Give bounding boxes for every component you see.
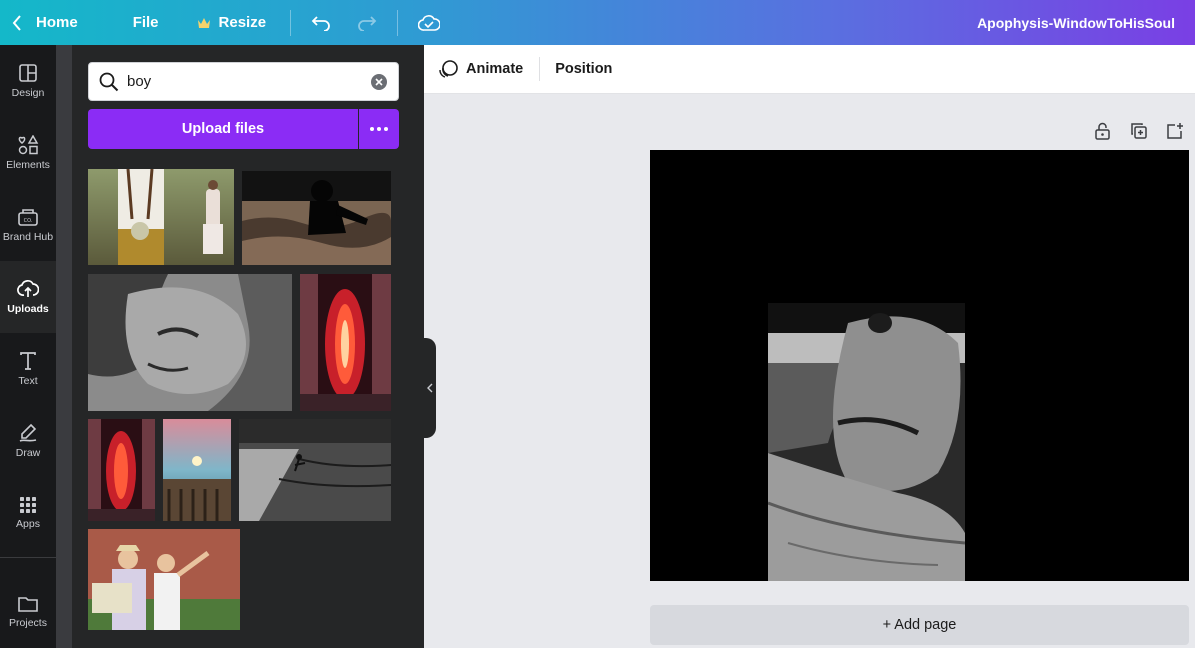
rail-item-uploads[interactable]: Uploads xyxy=(0,261,56,333)
design-title[interactable]: Apophysis-WindowToHisSoul xyxy=(977,0,1175,45)
redo-button[interactable] xyxy=(357,0,377,45)
boy-jumping-water-image xyxy=(239,419,391,521)
rail-item-projects[interactable]: Projects xyxy=(0,576,56,648)
svg-text:CO.: CO. xyxy=(24,218,33,224)
shapes-icon xyxy=(18,135,39,155)
child-silhouette-sea-image xyxy=(242,171,391,265)
uploads-panel: Upload files xyxy=(72,45,424,648)
rail-item-draw[interactable]: Draw xyxy=(0,405,56,477)
upload-thumbnail[interactable] xyxy=(88,419,155,521)
toolbar-divider xyxy=(539,57,541,81)
rail-label: Uploads xyxy=(7,303,49,315)
red-forest-portal-image xyxy=(88,419,155,521)
text-icon xyxy=(20,352,36,370)
cloud-upload-icon xyxy=(17,280,39,297)
search-input[interactable] xyxy=(127,73,357,90)
rail-item-elements[interactable]: Elements xyxy=(0,117,56,189)
top-bar: Home File Resize Apophysis-WindowToHisSo… xyxy=(0,0,1195,45)
rail-label: Design xyxy=(11,87,45,99)
context-toolbar: Animate Position xyxy=(424,45,1195,94)
folder-icon xyxy=(18,597,38,612)
side-rail: Design Elements CO. Brand Hub Uploads Te… xyxy=(0,45,56,648)
save-status-button[interactable] xyxy=(418,0,441,45)
upload-thumbnail[interactable] xyxy=(163,419,231,521)
design-canvas[interactable] xyxy=(650,150,1189,581)
red-forest-portal-image xyxy=(300,274,391,411)
home-label: Home xyxy=(36,14,78,31)
add-page-button[interactable]: + Add page xyxy=(650,605,1189,645)
upload-thumbnail[interactable] xyxy=(88,529,240,630)
upload-thumbnail[interactable] xyxy=(239,419,391,521)
rail-label: Apps xyxy=(16,518,40,530)
search-box xyxy=(88,62,399,101)
file-menu-button[interactable]: File xyxy=(133,0,159,45)
crown-icon xyxy=(197,17,210,28)
stone-statue-face-image xyxy=(88,274,292,411)
upload-thumbnail[interactable] xyxy=(88,274,292,411)
add-page-icon xyxy=(1167,123,1183,139)
file-label: File xyxy=(132,14,159,31)
redo-icon xyxy=(358,15,377,31)
brand-icon: CO. xyxy=(18,209,38,226)
sunset-pier-image xyxy=(163,419,231,521)
rail-item-apps[interactable]: Apps xyxy=(0,477,56,549)
animate-button[interactable]: Animate xyxy=(438,59,523,79)
rail-item-design[interactable]: Design xyxy=(0,45,56,117)
layout-icon xyxy=(19,64,37,82)
more-dots-icon xyxy=(370,127,388,131)
rail-label: Projects xyxy=(9,617,47,629)
upload-thumbnail[interactable] xyxy=(88,169,234,265)
undo-icon xyxy=(311,15,330,31)
topbar-divider xyxy=(290,9,292,36)
rail-label: Draw xyxy=(15,447,41,459)
couple-with-map-image xyxy=(88,529,240,630)
rail-label: Elements xyxy=(6,159,50,171)
panel-edge xyxy=(56,45,72,648)
search-icon xyxy=(99,72,119,91)
position-button[interactable]: Position xyxy=(555,61,612,77)
upload-more-button[interactable] xyxy=(359,109,399,149)
chevron-left-icon xyxy=(12,14,21,31)
duplicate-page-button[interactable] xyxy=(1130,122,1148,145)
rail-label: Text xyxy=(18,375,38,387)
lock-icon xyxy=(1095,122,1110,140)
animate-icon xyxy=(439,60,458,78)
chevron-left-icon xyxy=(427,383,433,393)
collapse-panel-button[interactable] xyxy=(424,338,436,438)
animate-label: Animate xyxy=(466,61,524,77)
upload-files-button[interactable]: Upload files xyxy=(88,109,358,149)
undo-button[interactable] xyxy=(311,0,331,45)
stone-statue-face-image[interactable] xyxy=(768,303,965,581)
rail-item-brand-hub[interactable]: CO. Brand Hub xyxy=(0,189,56,261)
rail-item-text[interactable]: Text xyxy=(0,333,56,405)
rail-divider xyxy=(0,557,56,558)
pen-icon xyxy=(19,423,37,442)
upload-thumbnail[interactable] xyxy=(300,274,391,411)
couple-flowers-image xyxy=(88,169,234,265)
resize-label: Resize xyxy=(218,14,267,31)
add-page-icon-button[interactable] xyxy=(1166,122,1184,145)
lock-page-button[interactable] xyxy=(1094,122,1111,145)
rail-label: Brand Hub xyxy=(2,231,54,243)
clear-search-icon[interactable] xyxy=(371,74,387,90)
topbar-divider xyxy=(397,9,399,36)
grid-icon xyxy=(20,497,36,513)
cloud-check-icon xyxy=(418,14,441,31)
upload-thumbnail[interactable] xyxy=(242,171,391,265)
resize-button[interactable]: Resize xyxy=(197,0,267,45)
home-button[interactable]: Home xyxy=(12,0,78,45)
duplicate-icon xyxy=(1131,123,1147,139)
